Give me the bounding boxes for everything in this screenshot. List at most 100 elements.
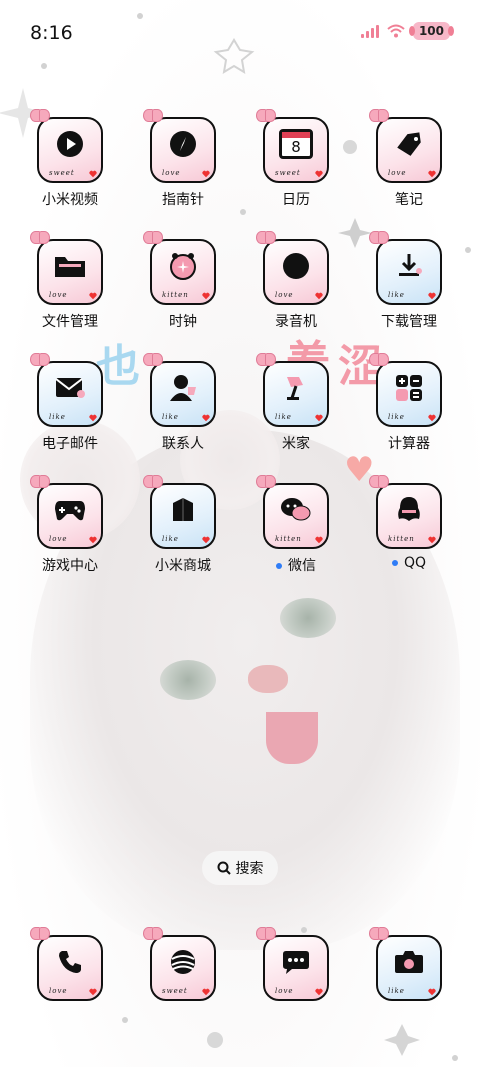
app-mijia[interactable]: like 米家 xyxy=(241,353,351,453)
gamepad-icon xyxy=(55,501,85,521)
tile-script-text: sweet xyxy=(49,169,75,177)
app-label: 游戏中心 xyxy=(42,558,98,574)
heart-icon xyxy=(202,292,210,300)
tile-script-text: love xyxy=(388,169,407,177)
app-label: 小米商城 xyxy=(155,558,211,574)
app-label: 微信 xyxy=(241,555,351,575)
app-tile: love xyxy=(30,927,103,1001)
bow-icon xyxy=(30,231,50,244)
heart-icon xyxy=(89,536,97,544)
calculator-icon xyxy=(396,375,422,401)
bow-icon xyxy=(256,475,276,488)
app-file-manager[interactable]: love 文件管理 xyxy=(15,231,125,331)
download-icon xyxy=(399,254,422,276)
heart-icon xyxy=(315,988,323,996)
heart-icon xyxy=(202,536,210,544)
search-label: 搜索 xyxy=(235,861,264,877)
app-downloads[interactable]: like 下载管理 xyxy=(354,231,464,331)
heart-icon xyxy=(315,414,323,422)
heart-icon xyxy=(202,414,210,422)
notification-dot xyxy=(391,560,398,566)
app-calculator[interactable]: like 计算器 xyxy=(354,353,464,453)
app-mi-video[interactable]: sweet 小米视频 xyxy=(15,109,125,209)
tile-script-text: like xyxy=(275,413,292,421)
heart-icon xyxy=(315,536,323,544)
app-wechat[interactable]: kitten 微信 xyxy=(241,475,351,575)
app-tile: love xyxy=(30,475,103,549)
app-contacts[interactable]: like 联系人 xyxy=(128,353,238,453)
app-game-center[interactable]: love 游戏中心 xyxy=(15,475,125,575)
app-tile: sweet xyxy=(30,109,103,183)
tile-script-text: love xyxy=(275,291,294,299)
bow-icon xyxy=(256,109,276,122)
app-label: 米家 xyxy=(282,436,310,452)
app-tile: like xyxy=(369,231,442,305)
app-calendar[interactable]: 8 sweet 日历 xyxy=(241,109,351,209)
app-email[interactable]: like 电子邮件 xyxy=(15,353,125,453)
bow-icon xyxy=(30,353,50,366)
app-qq[interactable]: kitten QQ xyxy=(354,475,464,571)
bow-icon xyxy=(256,927,276,940)
app-notes[interactable]: love 笔记 xyxy=(354,109,464,209)
app-tile: like xyxy=(256,353,329,427)
dock-messages[interactable]: love xyxy=(241,927,351,1001)
app-label: 下载管理 xyxy=(381,314,437,330)
bow-icon xyxy=(143,353,163,366)
app-label: 计算器 xyxy=(388,436,430,452)
bow-icon xyxy=(30,475,50,488)
tile-script-text: love xyxy=(49,535,68,543)
tile-script-text: like xyxy=(388,987,405,995)
wifi-icon xyxy=(387,24,405,38)
tile-script-text: like xyxy=(388,291,405,299)
app-label-text: 微信 xyxy=(288,558,316,574)
app-recorder[interactable]: love 录音机 xyxy=(241,231,351,331)
dock-camera[interactable]: like xyxy=(354,927,464,1001)
heart-icon xyxy=(89,292,97,300)
app-label: 指南针 xyxy=(162,192,204,208)
heart-icon xyxy=(428,170,436,178)
bow-icon xyxy=(256,353,276,366)
dock-phone[interactable]: love xyxy=(15,927,125,1001)
camera-icon xyxy=(395,951,423,973)
note-icon xyxy=(397,132,421,156)
wallpaper-cat-eye xyxy=(160,660,216,700)
heart-icon xyxy=(202,988,210,996)
app-clock[interactable]: kitten 时钟 xyxy=(128,231,238,331)
battery-indicator: 100 xyxy=(412,22,450,40)
status-time: 8:16 xyxy=(30,22,73,44)
app-label-text: QQ xyxy=(403,555,427,571)
notification-dot xyxy=(276,563,282,569)
bow-icon xyxy=(30,109,50,122)
tile-script-text: like xyxy=(49,413,66,421)
app-tile: 8 sweet xyxy=(256,109,329,183)
heart-icon xyxy=(89,170,97,178)
wallpaper-cat-eye xyxy=(280,598,336,638)
play-icon xyxy=(57,131,83,157)
contacts-icon xyxy=(170,375,196,401)
compass-icon xyxy=(170,131,196,157)
search-button[interactable]: 搜索 xyxy=(202,851,278,885)
bow-icon xyxy=(256,231,276,244)
heart-icon xyxy=(89,414,97,422)
app-label: 电子邮件 xyxy=(42,436,98,452)
app-label: QQ xyxy=(354,555,464,571)
heart-icon xyxy=(89,988,97,996)
message-icon xyxy=(283,951,309,974)
app-tile: like xyxy=(30,353,103,427)
app-label: 笔记 xyxy=(395,192,423,208)
app-tile: love xyxy=(256,927,329,1001)
app-label: 时钟 xyxy=(169,314,197,330)
cellular-signal-icon xyxy=(360,24,379,38)
app-label: 日历 xyxy=(282,192,310,208)
tile-script-text: love xyxy=(49,987,68,995)
wallpaper-cat-nose xyxy=(248,665,288,693)
clock-icon xyxy=(170,253,196,280)
wechat-icon xyxy=(281,498,311,521)
tile-script-text: love xyxy=(162,169,181,177)
app-compass[interactable]: love 指南针 xyxy=(128,109,238,209)
app-mi-store[interactable]: like 小米商城 xyxy=(128,475,238,575)
recorder-icon xyxy=(283,253,309,279)
heart-icon xyxy=(202,170,210,178)
browser-icon xyxy=(171,950,195,974)
dock-browser[interactable]: sweet xyxy=(128,927,238,1001)
